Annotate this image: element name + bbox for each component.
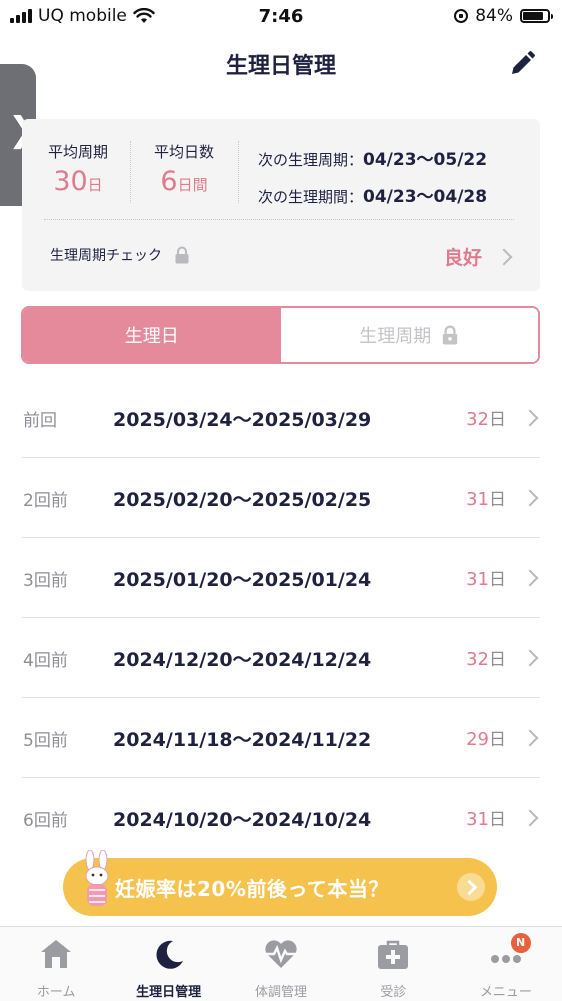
history-days: 31日 xyxy=(466,485,506,510)
notification-badge: N xyxy=(510,933,531,953)
next-period-label: 次の生理期間： xyxy=(258,188,364,206)
days-unit: 日 xyxy=(489,570,506,590)
nav-home[interactable]: ホーム xyxy=(0,927,112,1001)
app-header: 生理日管理 xyxy=(0,34,562,96)
tab-period-days[interactable]: 生理日 xyxy=(23,308,281,362)
page-title: 生理日管理 xyxy=(225,54,336,79)
history-row[interactable]: 6回前 2024/10/20〜2024/10/24 31日 xyxy=(0,778,562,858)
average-days-label: 平均日数 xyxy=(153,143,214,161)
days-unit: 日 xyxy=(489,810,506,830)
days-unit: 日 xyxy=(489,650,506,670)
average-cycle-value: 30 xyxy=(53,166,88,197)
next-cycle: 次の生理周期：04/23〜05/22 xyxy=(258,145,487,170)
divider xyxy=(44,219,514,220)
history-range: 2024/11/18〜2024/11/22 xyxy=(113,729,372,751)
period-history-list: 前回 2025/03/24〜2025/03/29 32日 2回前 2025/02… xyxy=(0,378,562,858)
history-label: 2回前 xyxy=(23,491,68,511)
history-range: 2025/03/24〜2025/03/29 xyxy=(113,409,372,431)
nav-consultation[interactable]: 受診 xyxy=(337,927,449,1001)
next-cycle-label: 次の生理周期： xyxy=(258,151,364,169)
lock-icon xyxy=(443,325,458,345)
average-cycle-stat: 平均周期 30日 xyxy=(44,141,112,197)
days-unit: 日 xyxy=(489,730,506,750)
nav-health[interactable]: 体調管理 xyxy=(225,927,337,1001)
nav-period-management[interactable]: 生理日管理 xyxy=(112,927,224,1001)
chevron-right-icon xyxy=(521,729,539,747)
nav-label: メニュー xyxy=(479,985,532,1000)
days-value: 29 xyxy=(466,729,489,750)
bunny-mascot-icon xyxy=(85,850,109,906)
nav-menu[interactable]: N メニュー xyxy=(450,927,562,1001)
battery-percent: 84% xyxy=(475,6,513,26)
history-range: 2024/10/20〜2024/10/24 xyxy=(113,809,372,831)
history-row[interactable]: 前回 2025/03/24〜2025/03/29 32日 xyxy=(0,378,562,458)
cycle-check-row[interactable]: 生理周期チェック xyxy=(50,245,190,265)
days-unit: 日 xyxy=(489,410,506,430)
chevron-right-icon xyxy=(521,489,539,507)
next-period-value: 04/23〜04/28 xyxy=(363,187,488,207)
cycle-check-status[interactable]: 良好 xyxy=(444,243,482,270)
tab-label: 生理周期 xyxy=(359,326,432,347)
tab-label: 生理日 xyxy=(124,326,179,347)
divider xyxy=(238,141,239,203)
days-value: 31 xyxy=(466,489,489,510)
promo-banner-text: 妊娠率は20%前後って本当？ xyxy=(115,877,389,901)
next-period: 次の生理期間：04/23〜04/28 xyxy=(258,182,487,207)
next-cycle-value: 04/23〜05/22 xyxy=(363,150,488,170)
nav-label: 受診 xyxy=(380,985,407,1000)
days-value: 31 xyxy=(466,569,489,590)
history-label: 3回前 xyxy=(23,571,68,591)
average-cycle-label: 平均周期 xyxy=(47,143,108,161)
history-range: 2025/02/20〜2025/02/25 xyxy=(113,489,372,511)
history-label: 4回前 xyxy=(23,651,68,671)
history-row[interactable]: 3回前 2025/01/20〜2025/01/24 31日 xyxy=(0,538,562,618)
cycle-summary-panel: 平均周期 30日 平均日数 6日間 次の生理周期：04/23〜05/22 次の生… xyxy=(22,119,540,291)
home-icon xyxy=(41,940,72,968)
status-bar: UQ mobile 7:46 84% xyxy=(0,0,562,34)
moon-icon xyxy=(156,940,183,969)
history-range: 2024/12/20〜2024/12/24 xyxy=(113,649,372,671)
lock-icon xyxy=(175,246,189,264)
promo-banner[interactable]: 妊娠率は20%前後って本当？ xyxy=(63,850,497,916)
arrow-circle-icon xyxy=(457,873,485,901)
cycle-check-label: 生理周期チェック xyxy=(50,248,162,264)
history-row[interactable]: 2回前 2025/02/20〜2025/02/25 31日 xyxy=(0,458,562,538)
view-tabs: 生理日 生理周期 xyxy=(21,306,540,364)
average-cycle-unit: 日 xyxy=(87,176,103,194)
history-label: 5回前 xyxy=(23,731,68,751)
nav-label: 体調管理 xyxy=(255,985,308,1000)
history-days: 31日 xyxy=(466,805,506,830)
chevron-right-icon xyxy=(521,809,539,827)
history-row[interactable]: 5回前 2024/11/18〜2024/11/22 29日 xyxy=(0,698,562,778)
orientation-lock-icon xyxy=(454,9,469,23)
average-days-unit: 日間 xyxy=(177,176,208,194)
pencil-icon[interactable] xyxy=(506,48,538,80)
medical-bag-icon xyxy=(378,940,409,969)
history-label: 前回 xyxy=(23,411,57,431)
history-days: 32日 xyxy=(466,645,506,670)
heart-pulse-icon xyxy=(265,940,297,968)
divider xyxy=(130,141,131,203)
history-range: 2025/01/20〜2025/01/24 xyxy=(113,569,372,591)
average-days-value: 6 xyxy=(160,166,178,197)
nav-label: 生理日管理 xyxy=(136,985,202,1000)
history-days: 31日 xyxy=(466,565,506,590)
days-value: 32 xyxy=(466,409,489,430)
days-value: 31 xyxy=(466,809,489,830)
bottom-navigation: ホーム 生理日管理 体調管理 受診 N メニュー xyxy=(0,926,562,1001)
chevron-right-icon xyxy=(521,649,539,667)
battery-icon xyxy=(520,9,553,23)
history-row[interactable]: 4回前 2024/12/20〜2024/12/24 32日 xyxy=(0,618,562,698)
history-days: 29日 xyxy=(466,725,506,750)
history-label: 6回前 xyxy=(23,811,68,831)
chevron-right-icon xyxy=(521,569,539,587)
history-days: 32日 xyxy=(466,405,506,430)
nav-label: ホーム xyxy=(36,985,76,1000)
days-unit: 日 xyxy=(489,490,506,510)
tab-period-cycle[interactable]: 生理周期 xyxy=(280,308,538,362)
average-days-stat: 平均日数 6日間 xyxy=(150,141,218,197)
chevron-right-icon xyxy=(521,409,539,427)
chevron-right-icon[interactable] xyxy=(495,248,513,266)
days-value: 32 xyxy=(466,649,489,670)
